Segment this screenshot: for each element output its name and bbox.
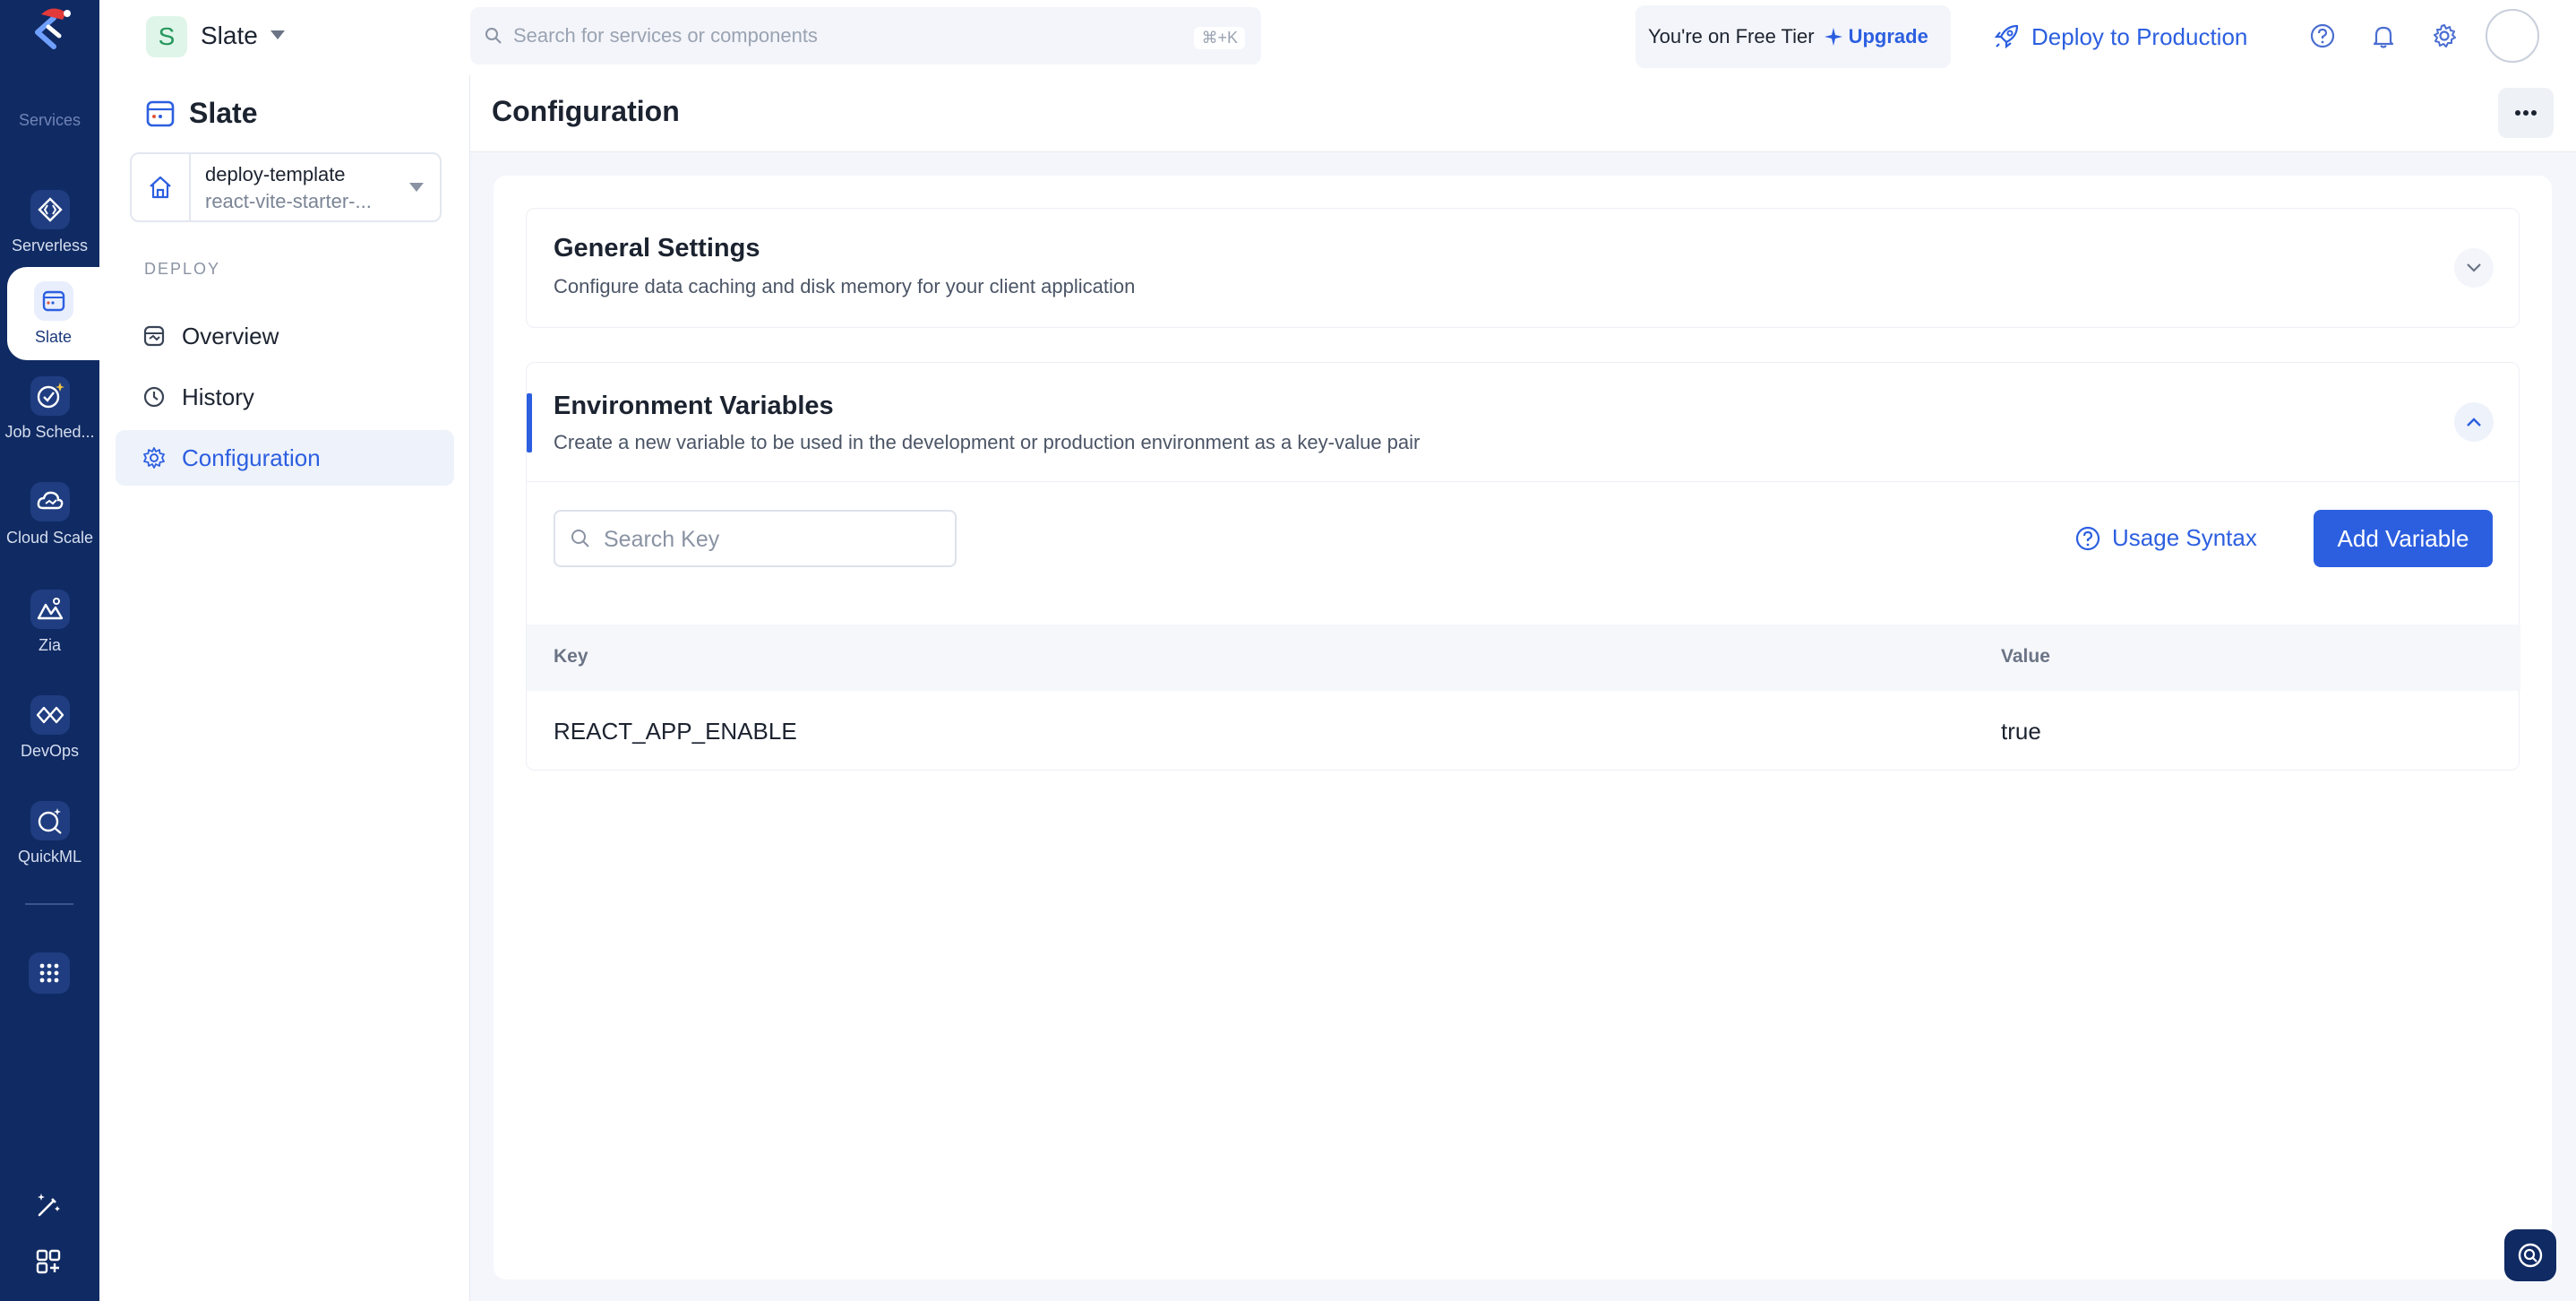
global-search-input[interactable] bbox=[513, 20, 1194, 52]
services-label: Services bbox=[18, 111, 82, 129]
catalyst-logo-icon[interactable] bbox=[27, 5, 73, 56]
chat-search-icon bbox=[2518, 1243, 2543, 1268]
sidebar-item-history[interactable]: History bbox=[116, 369, 454, 425]
magic-wand-icon[interactable] bbox=[32, 1188, 64, 1220]
serverless-icon bbox=[30, 189, 70, 229]
quickml-icon bbox=[30, 800, 70, 840]
column-header-value: Value bbox=[2001, 646, 2050, 667]
search-icon bbox=[485, 27, 502, 49]
variable-key: REACT_APP_ENABLE bbox=[554, 718, 797, 745]
add-widget-icon[interactable] bbox=[32, 1245, 64, 1278]
environment-variables-panel: Environment Variables Create a new varia… bbox=[526, 362, 2520, 771]
sidebar-section-label: DEPLOY bbox=[144, 260, 221, 278]
rail-item-cloud-scale[interactable]: Cloud Scale bbox=[0, 468, 99, 561]
sidebar-item-label: Configuration bbox=[182, 444, 321, 471]
general-settings-title: General Settings bbox=[554, 234, 760, 263]
general-settings-panel[interactable]: General Settings Configure data caching … bbox=[526, 208, 2520, 328]
rail-item-job-scheduling[interactable]: Job Sched... bbox=[0, 362, 99, 455]
rail-item-label: QuickML bbox=[17, 847, 82, 866]
free-tier-banner: You're on Free Tier Upgrade bbox=[1636, 5, 1951, 68]
sparkle-icon bbox=[1824, 28, 1842, 46]
slate-icon bbox=[146, 100, 175, 126]
sidebar-item-configuration[interactable]: Configuration bbox=[116, 430, 454, 486]
page-header: Configuration bbox=[470, 75, 2576, 152]
more-horizontal-icon bbox=[2515, 110, 2537, 116]
add-variable-button[interactable]: Add Variable bbox=[2314, 510, 2493, 567]
help-icon[interactable] bbox=[2305, 18, 2340, 54]
zia-icon bbox=[30, 589, 70, 629]
sidebar-title: Slate bbox=[144, 97, 257, 130]
global-search[interactable]: ⌘+K bbox=[470, 7, 1261, 65]
help-circle-icon bbox=[2075, 526, 2100, 550]
column-header-key: Key bbox=[554, 646, 588, 667]
rail-item-label: DevOps bbox=[20, 741, 80, 760]
all-services-grid-icon[interactable] bbox=[29, 952, 70, 994]
chevron-down-icon bbox=[409, 183, 424, 192]
support-chat-button[interactable] bbox=[2504, 1229, 2556, 1281]
page-title: Configuration bbox=[492, 95, 680, 127]
gear-icon[interactable] bbox=[2426, 18, 2462, 54]
sidebar-item-overview[interactable]: Overview bbox=[116, 308, 454, 364]
sidebar-item-label: Overview bbox=[182, 322, 279, 349]
sidebar-title-text: Slate bbox=[189, 97, 258, 129]
rail-item-slate[interactable]: Slate bbox=[7, 267, 99, 360]
overview-icon bbox=[143, 325, 165, 347]
expand-chevron-down-icon[interactable] bbox=[2454, 248, 2494, 288]
usage-syntax-link[interactable]: Usage Syntax bbox=[2074, 524, 2257, 552]
gear-icon bbox=[143, 447, 165, 469]
rail-item-serverless[interactable]: Serverless bbox=[0, 176, 99, 269]
rail-item-quickml[interactable]: QuickML bbox=[0, 787, 99, 880]
rocket-icon bbox=[1994, 24, 2019, 49]
deploy-to-production-button[interactable]: Deploy to Production bbox=[1994, 18, 2247, 56]
environment-variables-title: Environment Variables bbox=[554, 392, 834, 420]
cloud-scale-icon bbox=[30, 481, 70, 521]
rail-item-devops[interactable]: DevOps bbox=[0, 681, 99, 774]
usage-syntax-label: Usage Syntax bbox=[2112, 524, 2257, 551]
service-rail: Services Serverless Slate Job Sched... C… bbox=[0, 0, 99, 1301]
variable-value: true bbox=[2001, 718, 2041, 745]
slate-icon bbox=[33, 280, 73, 321]
top-bar: S Slate ⌘+K You're on Free Tier Upgrade … bbox=[99, 0, 2576, 75]
job-scheduling-icon bbox=[30, 375, 70, 416]
project-switcher[interactable]: Slate bbox=[201, 22, 258, 50]
slate-sidebar: Slate deploy-template react-vite-starter… bbox=[99, 75, 470, 1301]
app-window: Services Serverless Slate Job Sched... C… bbox=[0, 0, 2576, 1301]
devops-icon bbox=[30, 694, 70, 735]
search-icon bbox=[570, 528, 591, 554]
more-options-button[interactable] bbox=[2498, 88, 2554, 138]
rail-item-label: Slate bbox=[34, 327, 73, 346]
upgrade-link[interactable]: Upgrade bbox=[1824, 25, 1928, 48]
sidebar-item-label: History bbox=[182, 383, 254, 410]
rail-item-label: Serverless bbox=[11, 236, 89, 254]
project-avatar[interactable]: S bbox=[146, 16, 187, 57]
active-section-indicator bbox=[527, 393, 532, 452]
deploy-label: Deploy to Production bbox=[2031, 22, 2248, 50]
panel-divider bbox=[527, 481, 2520, 482]
search-key-input[interactable] bbox=[604, 522, 944, 556]
search-shortcut-hint: ⌘+K bbox=[1194, 27, 1245, 49]
rail-item-zia[interactable]: Zia bbox=[0, 575, 99, 668]
collapse-chevron-up-icon[interactable] bbox=[2454, 402, 2494, 442]
general-settings-description: Configure data caching and disk memory f… bbox=[554, 275, 1136, 297]
upgrade-label: Upgrade bbox=[1848, 25, 1928, 47]
rail-divider bbox=[25, 903, 73, 905]
tier-text: You're on Free Tier bbox=[1648, 25, 1815, 47]
rail-item-label: Zia bbox=[38, 635, 61, 654]
home-icon[interactable] bbox=[132, 154, 191, 220]
search-key-field[interactable] bbox=[554, 510, 957, 567]
user-avatar[interactable] bbox=[2486, 9, 2539, 63]
notification-bell-icon[interactable] bbox=[2366, 18, 2401, 54]
deployment-template: react-vite-starter-... bbox=[205, 190, 372, 212]
deployment-selector[interactable]: deploy-template react-vite-starter-... bbox=[130, 152, 442, 222]
environment-variables-description: Create a new variable to be used in the … bbox=[554, 431, 1421, 453]
deployment-name: deploy-template bbox=[205, 163, 346, 185]
variables-table-header: Key Value bbox=[527, 625, 2520, 691]
configuration-content: General Settings Configure data caching … bbox=[494, 176, 2552, 1279]
chevron-down-icon[interactable] bbox=[270, 30, 285, 39]
clock-icon bbox=[143, 386, 165, 408]
rail-item-label: Cloud Scale bbox=[5, 528, 94, 547]
rail-item-label: Job Sched... bbox=[4, 422, 95, 441]
table-row[interactable]: REACT_APP_ENABLE true bbox=[527, 691, 2520, 771]
